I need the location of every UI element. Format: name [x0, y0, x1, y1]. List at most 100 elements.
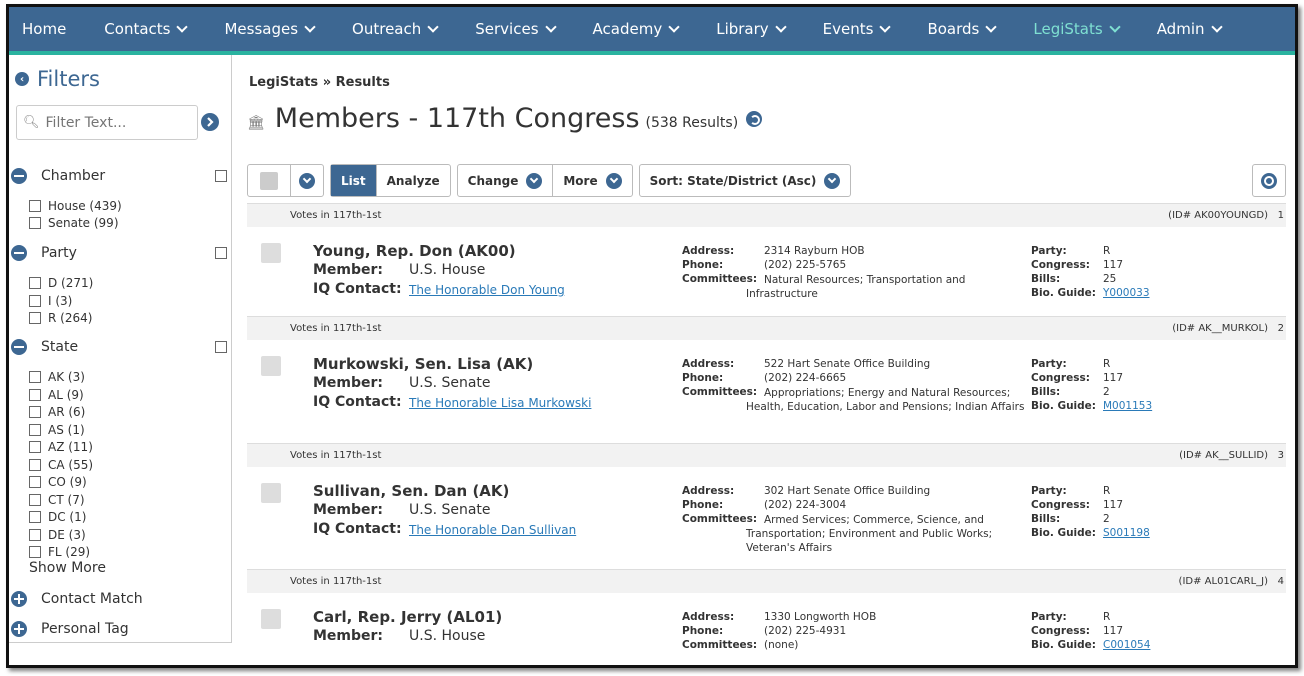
nav-label: Academy: [592, 20, 663, 38]
filter-option[interactable]: AR (6): [29, 403, 85, 420]
checkbox[interactable]: [29, 475, 41, 488]
refresh-icon[interactable]: [746, 111, 763, 127]
party-label: Party:: [1031, 358, 1067, 370]
filter-option[interactable]: I (3): [29, 292, 72, 309]
record-checkbox[interactable]: [261, 356, 281, 376]
gear-icon: [1261, 172, 1277, 189]
record-header: Votes in 117th-1st (ID# AK00YOUNGD) 1: [247, 204, 1286, 227]
section-checkbox[interactable]: [215, 247, 227, 259]
more-button[interactable]: More: [553, 165, 631, 196]
chevron-right-circle-icon[interactable]: [201, 113, 219, 131]
checkbox[interactable]: [29, 311, 41, 324]
checkbox[interactable]: [29, 510, 41, 523]
chevron-down-icon: [299, 172, 315, 189]
filters-header[interactable]: ‹ Filters: [15, 67, 100, 91]
list-button[interactable]: List: [331, 165, 377, 196]
nav-academy[interactable]: Academy: [574, 7, 698, 51]
chevron-down-icon: [668, 20, 680, 33]
bio-guide-link[interactable]: S001198: [1103, 527, 1150, 539]
filter-text-input[interactable]: [45, 114, 186, 131]
nav-events[interactable]: Events: [804, 7, 909, 51]
filter-option[interactable]: FL (29): [29, 543, 90, 560]
sort-button[interactable]: Sort: State/District (Asc): [640, 165, 851, 196]
iq-contact-link[interactable]: The Honorable Dan Sullivan: [409, 523, 576, 537]
iq-contact-link[interactable]: The Honorable Don Young: [409, 283, 565, 297]
filter-option[interactable]: AZ (11): [29, 438, 93, 455]
filter-option[interactable]: AL (9): [29, 386, 84, 403]
member-name[interactable]: Murkowski, Sen. Lisa (AK): [313, 355, 533, 373]
section-contact-match[interactable]: Contact Match: [11, 591, 227, 607]
filter-option[interactable]: AK (3): [29, 368, 85, 385]
bills-label: Bills:: [1031, 513, 1061, 525]
change-button[interactable]: Change: [458, 165, 554, 196]
filter-option[interactable]: DC (1): [29, 508, 86, 525]
member-value: U.S. Senate: [409, 502, 491, 518]
nav-boards[interactable]: Boards: [908, 7, 1014, 51]
expand-record-button[interactable]: [293, 357, 311, 375]
record-id: (ID# AK00YOUNGD): [1168, 210, 1268, 221]
committees-value: Natural Resources; Transportation and In…: [746, 274, 966, 300]
nav-admin[interactable]: Admin: [1138, 7, 1240, 51]
checkbox[interactable]: [29, 493, 41, 506]
nav-contacts[interactable]: Contacts: [85, 7, 205, 51]
record-checkbox[interactable]: [261, 483, 281, 503]
checkbox[interactable]: [29, 216, 41, 229]
filter-option[interactable]: AS (1): [29, 421, 85, 438]
select-all-checkbox[interactable]: [248, 165, 291, 196]
section-checkbox[interactable]: [215, 170, 227, 182]
member-name[interactable]: Carl, Rep. Jerry (AL01): [313, 608, 502, 626]
nav-services[interactable]: Services: [456, 7, 573, 51]
nav-messages[interactable]: Messages: [205, 7, 333, 51]
filter-option[interactable]: CT (7): [29, 491, 85, 508]
bio-guide-link[interactable]: M001153: [1103, 400, 1152, 412]
analyze-button[interactable]: Analyze: [377, 165, 450, 196]
nav-outreach[interactable]: Outreach: [333, 7, 456, 51]
filter-option[interactable]: Senate (99): [29, 214, 119, 231]
show-more-link[interactable]: Show More: [29, 560, 106, 576]
filter-option[interactable]: CO (9): [29, 473, 87, 490]
member-name[interactable]: Young, Rep. Don (AK00): [313, 242, 516, 260]
filter-option[interactable]: R (264): [29, 309, 92, 326]
bank-icon: 🏛︎: [247, 115, 265, 131]
option-label: DE (3): [48, 527, 86, 542]
nav-legistats[interactable]: LegiStats: [1014, 7, 1137, 51]
settings-button[interactable]: [1252, 164, 1286, 197]
checkbox[interactable]: [29, 423, 41, 436]
checkbox[interactable]: [29, 294, 41, 307]
section-party[interactable]: Party: [11, 245, 227, 261]
record-checkbox[interactable]: [261, 243, 281, 263]
checkbox[interactable]: [29, 370, 41, 383]
section-chamber[interactable]: Chamber: [11, 168, 227, 184]
filter-option[interactable]: House (439): [29, 197, 122, 214]
checkbox[interactable]: [29, 405, 41, 418]
bio-guide-link[interactable]: Y000033: [1103, 287, 1150, 299]
section-state[interactable]: State: [11, 339, 227, 355]
checkbox[interactable]: [29, 276, 41, 289]
iq-contact-link[interactable]: The Honorable Lisa Murkowski: [409, 396, 591, 410]
expand-record-button[interactable]: [293, 610, 311, 628]
nav-library[interactable]: Library: [697, 7, 803, 51]
select-dropdown[interactable]: [291, 165, 323, 196]
record-number: 1: [1277, 210, 1284, 221]
checkbox[interactable]: [29, 545, 41, 558]
checkbox[interactable]: [29, 528, 41, 541]
breadcrumb[interactable]: LegiStats » Results: [249, 75, 390, 90]
member-name[interactable]: Sullivan, Sen. Dan (AK): [313, 482, 509, 500]
filter-option[interactable]: DE (3): [29, 526, 86, 543]
section-checkbox[interactable]: [215, 341, 227, 353]
section-personal-tag[interactable]: Personal Tag: [11, 621, 227, 637]
expand-record-button[interactable]: [293, 484, 311, 502]
filter-option[interactable]: CA (55): [29, 456, 93, 473]
filter-option[interactable]: D (271): [29, 274, 93, 291]
checkbox[interactable]: [29, 388, 41, 401]
checkbox[interactable]: [29, 199, 41, 212]
expand-record-button[interactable]: [293, 244, 311, 262]
nav-label: Library: [716, 20, 769, 38]
bio-guide-link[interactable]: C001054: [1103, 639, 1150, 651]
list-item: Votes in 117th-1st (ID# AL01CARL_J) 4 Ca…: [247, 569, 1286, 663]
checkbox[interactable]: [29, 440, 41, 453]
record-checkbox[interactable]: [261, 609, 281, 629]
checkbox[interactable]: [29, 458, 41, 471]
chevron-down-icon: [879, 20, 892, 33]
nav-home[interactable]: Home: [9, 7, 85, 51]
